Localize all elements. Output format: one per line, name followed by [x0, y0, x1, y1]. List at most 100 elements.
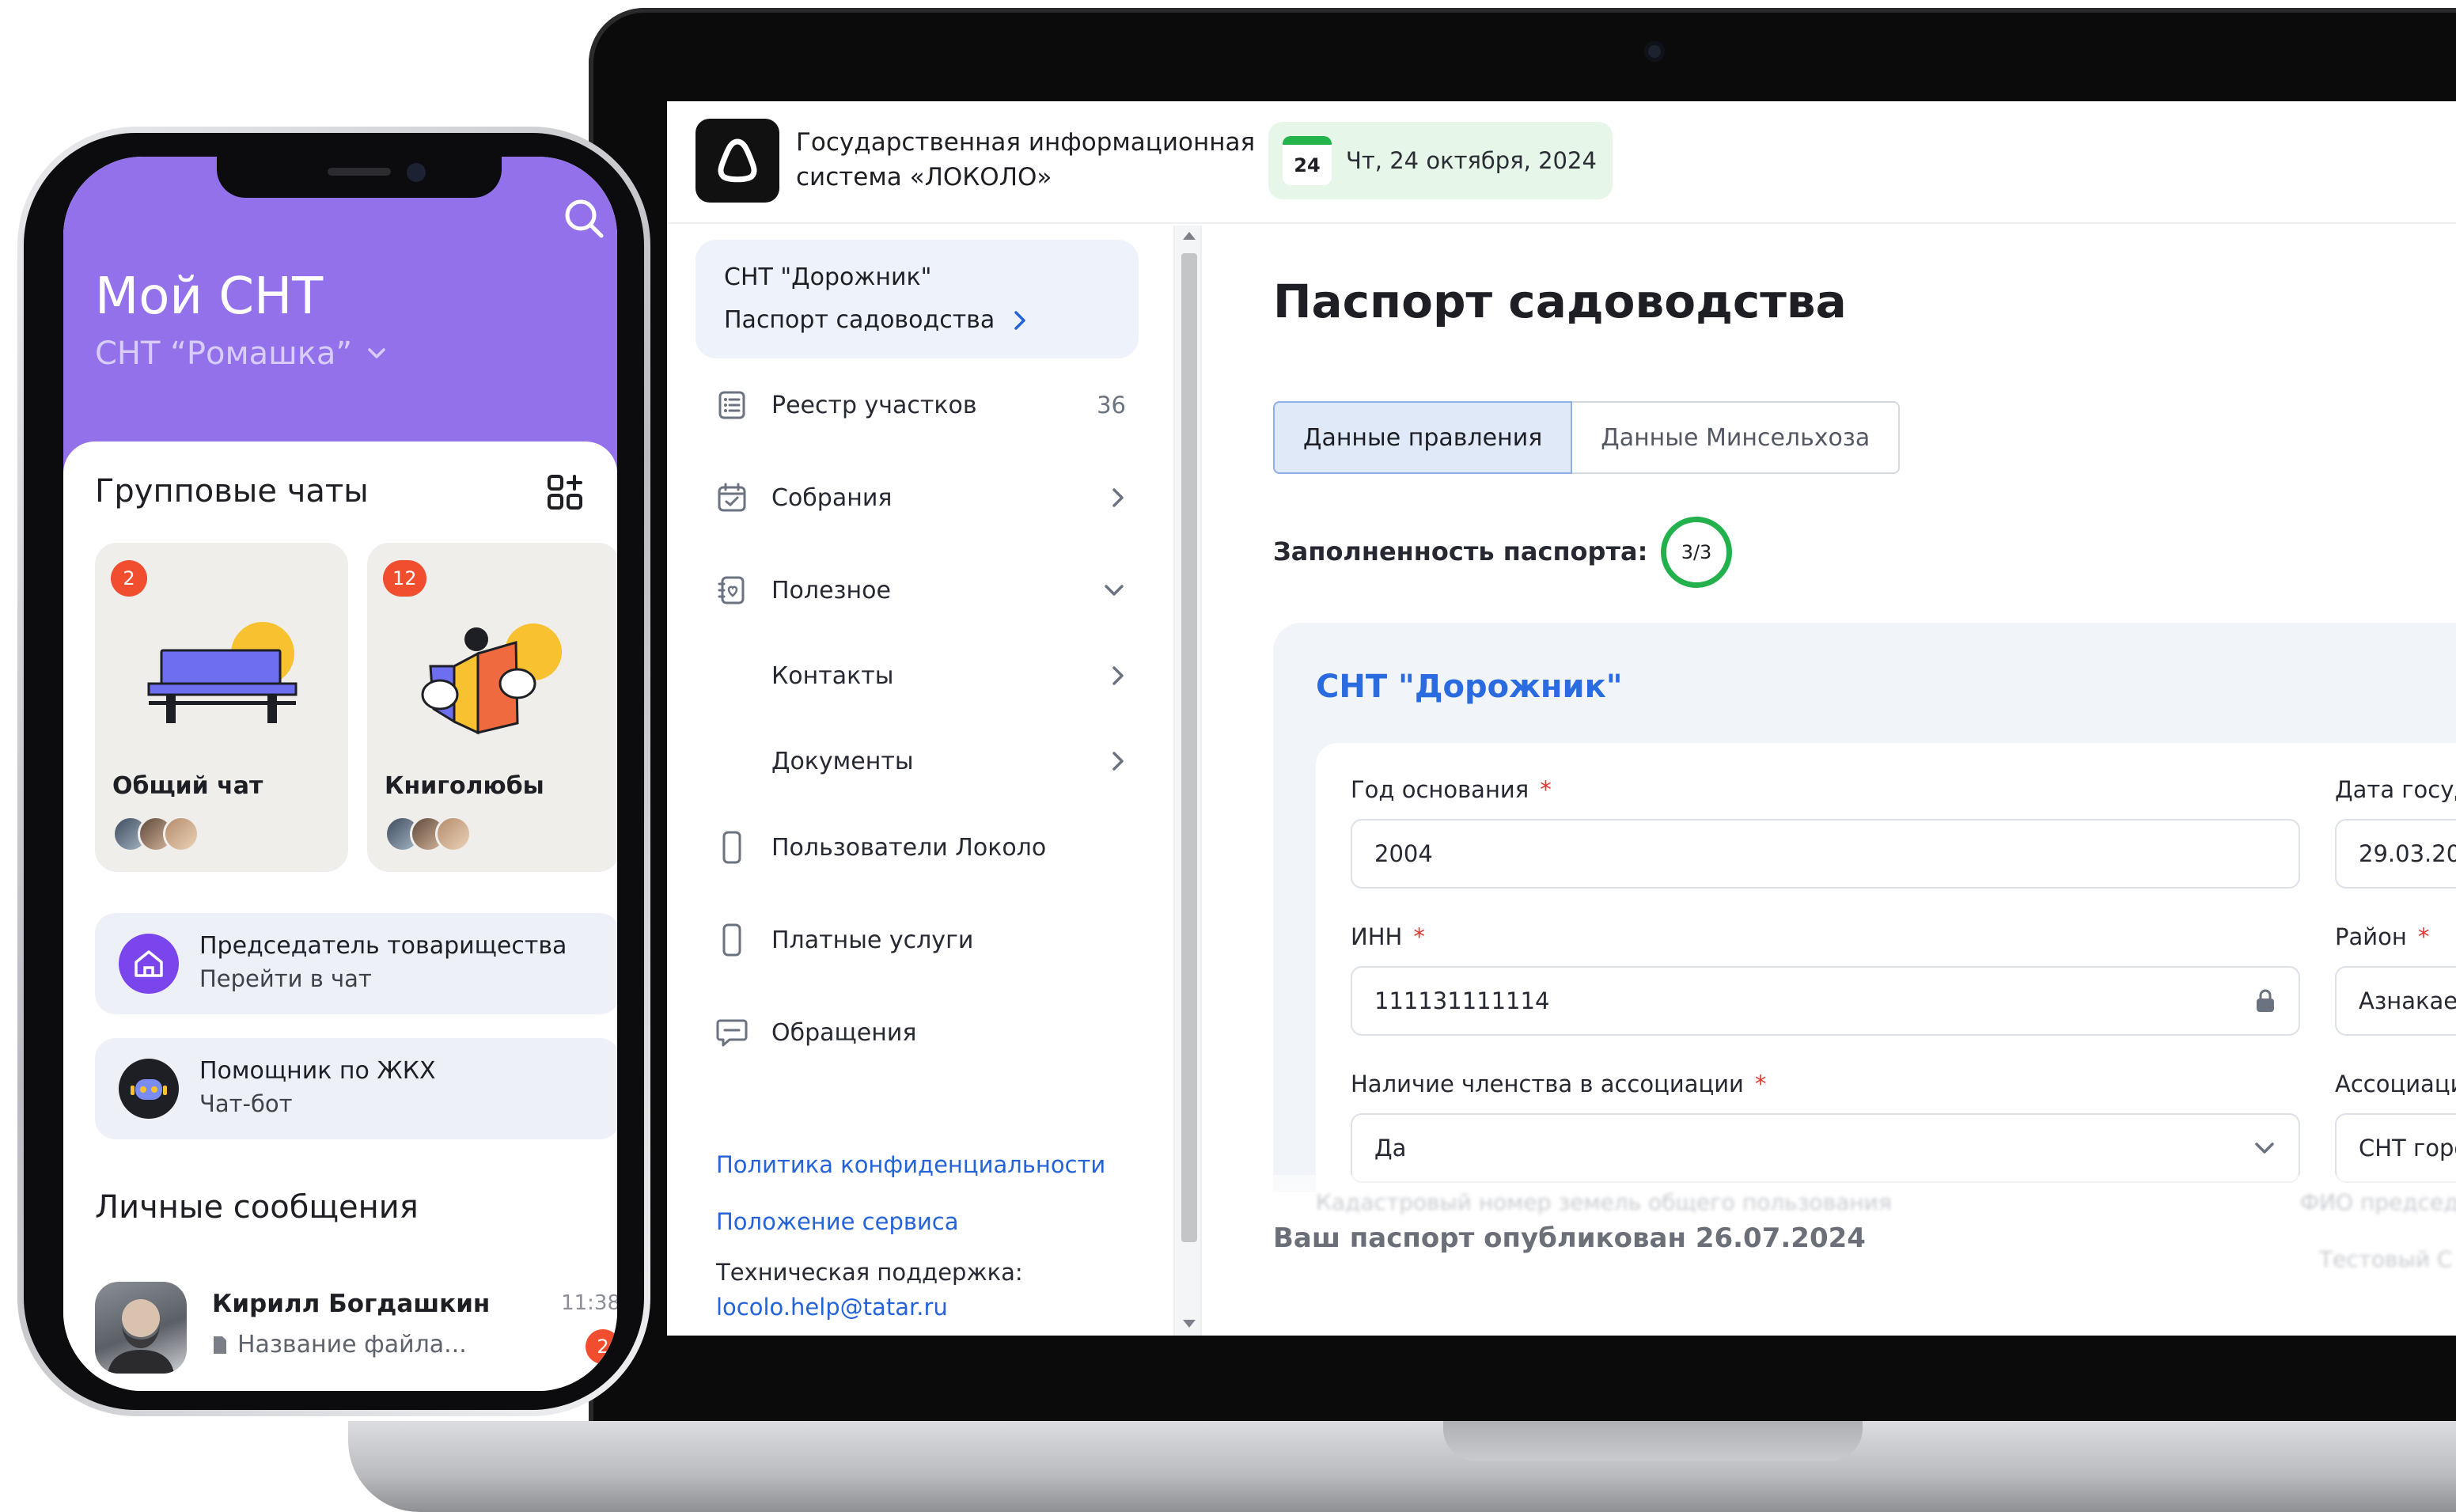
main-content: Паспорт садоводства Данные правления Дан… [1203, 225, 2456, 1336]
chevron-right-icon [1014, 310, 1025, 330]
support-email-link[interactable]: locolo.help@tatar.ru [716, 1294, 948, 1321]
bot-icon [119, 1059, 179, 1119]
file-icon [214, 1336, 226, 1354]
member-avatar [435, 816, 472, 852]
sidebar-item-label: Документы [771, 747, 914, 775]
sidebar-item-label: Платные услуги [771, 926, 974, 954]
faded-cadastral-label: Кадастровый номер земель общего пользова… [1316, 1189, 1892, 1215]
chevron-down-icon [2255, 1143, 2274, 1154]
sidebar-item-users[interactable]: Пользователи Локоло [714, 824, 1126, 871]
membership-label: Наличие членства в ассоциации * [1351, 1071, 1766, 1097]
personal-message-row[interactable]: Кирилл Богдашкин 11:38 Название файла...… [95, 1282, 617, 1385]
laptop-base [348, 1421, 2456, 1512]
phone-icon [714, 923, 749, 957]
phone-notch [217, 157, 502, 198]
sidebar-org-card[interactable]: СНТ "Дорожник" Паспорт садоводства [695, 240, 1139, 358]
district-label: Район * [2335, 923, 2429, 950]
chevron-right-icon [1112, 752, 1124, 771]
lokolo-logo[interactable] [695, 119, 779, 203]
membership-select[interactable]: Да [1351, 1113, 2300, 1183]
registry-count: 36 [1097, 392, 1126, 419]
sidebar-item-registry[interactable]: Реестр участков 36 [714, 381, 1126, 429]
year-value: 2004 [1374, 840, 1433, 867]
association-value: СНТ города [2359, 1135, 2456, 1161]
reg-date-input[interactable]: 29.03.2024 [2335, 819, 2456, 889]
search-icon[interactable] [562, 196, 606, 244]
sidebar-org-page[interactable]: Паспорт садоводства [724, 306, 1028, 334]
required-mark: * [1540, 776, 1552, 803]
year-input[interactable]: 2004 [1351, 819, 2300, 889]
sidebar-item-label: Обращения [771, 1018, 917, 1047]
membership-value: Да [1374, 1135, 1407, 1161]
tab-ministry-data[interactable]: Данные Минсельхоза [1572, 401, 1901, 474]
chevron-right-icon [1112, 488, 1124, 507]
year-label: Год основания * [1351, 776, 1552, 803]
system-name-line2: система «ЛОКОЛО» [796, 163, 1052, 191]
scroll-up-icon[interactable] [1183, 232, 1196, 240]
home-icon [119, 934, 179, 994]
member-avatars [112, 816, 199, 852]
chairman-title: Председатель товарищества [199, 932, 567, 960]
sidebar-item-meetings[interactable]: Собрания [714, 474, 1126, 521]
faded-chairman-label: ФИО председ [2300, 1189, 2456, 1215]
phone-frame: Мой СНТ СНТ “Ромашка” Групповые чаты 2 О… [17, 127, 650, 1416]
group-chat-general[interactable]: 2 Общий чат [95, 543, 348, 872]
sidebar-org-name: СНТ "Дорожник" [724, 263, 932, 291]
year-label-text: Год основания [1351, 776, 1529, 803]
helper-subtitle: Чат-бот [199, 1090, 293, 1117]
org-form-card: Год основания * 2004 Дата государ 29.03.2… [1316, 743, 2456, 1192]
message-preview-text: Название файла... [237, 1331, 467, 1359]
list-icon [714, 388, 749, 423]
inn-label: ИНН * [1351, 923, 1425, 950]
chairman-chat-card[interactable]: Председатель товарищества Перейти в чат [95, 913, 617, 1014]
calendar-icon [714, 480, 749, 515]
add-chat-grid-icon[interactable] [546, 473, 586, 516]
sidebar-scrollbar[interactable] [1173, 225, 1202, 1336]
inn-input[interactable]: 111131111114 [1351, 966, 2300, 1036]
required-mark: * [2417, 923, 2430, 950]
sidebar-item-requests[interactable]: Обращения [714, 1009, 1126, 1056]
sidebar-item-useful[interactable]: Полезное [714, 567, 1126, 614]
sidebar-item-contacts[interactable]: Контакты [771, 652, 1126, 699]
phone-app-title: Мой СНТ [95, 267, 324, 326]
sidebar-item-paid-services[interactable]: Платные услуги [714, 916, 1126, 964]
service-terms-link[interactable]: Положение сервиса [716, 1208, 959, 1235]
privacy-policy-link[interactable]: Политика конфиденциальности [716, 1151, 1105, 1178]
inn-value: 111131111114 [1374, 987, 1550, 1014]
membership-label-text: Наличие членства в ассоциации [1351, 1071, 1744, 1097]
chevron-right-icon [1112, 666, 1124, 685]
chairman-subtitle: Перейти в чат [199, 965, 372, 992]
association-input[interactable]: СНТ города [2335, 1113, 2456, 1183]
message-time: 11:38 [561, 1291, 617, 1315]
scrollbar-thumb[interactable] [1181, 253, 1197, 1242]
helper-bot-card[interactable]: Помощник по ЖКХ Чат-бот [95, 1038, 617, 1139]
chat-name: Общий чат [112, 772, 263, 800]
fill-progress-ring: 3/3 [1661, 517, 1732, 588]
fill-label: Заполненность паспорта: [1273, 536, 1648, 567]
required-mark: * [1754, 1071, 1767, 1097]
faded-chairman-value: Тестовый С [2319, 1246, 2453, 1272]
calendar-icon: 24 [1283, 136, 1332, 185]
org-form-panel: СНТ "Дорожник" Год основания * 2004 Дата … [1273, 623, 2456, 1192]
snt-selector[interactable]: СНТ “Ромашка” [95, 335, 387, 372]
phone-screen: Мой СНТ СНТ “Ромашка” Групповые чаты 2 О… [63, 157, 617, 1391]
avatar [95, 1282, 187, 1374]
sidebar-item-label: Полезное [771, 576, 891, 604]
district-label-text: Район [2335, 923, 2407, 950]
current-date: Чт, 24 октября, 2024 [1346, 147, 1597, 174]
scroll-down-icon[interactable] [1183, 1320, 1196, 1328]
message-icon [714, 1015, 749, 1050]
group-chat-book-lovers[interactable]: 12 Книголюбы [367, 543, 617, 872]
top-bar: Государственная информационная система «… [667, 101, 2456, 224]
sidebar-item-label: Пользователи Локоло [771, 833, 1047, 862]
sidebar-item-documents[interactable]: Документы [771, 737, 1126, 785]
laptop-camera [1644, 41, 1665, 62]
laptop-screen: Государственная информационная система «… [667, 101, 2456, 1336]
snt-selector-label: СНТ “Ромашка” [95, 335, 353, 372]
tab-board-data[interactable]: Данные правления [1273, 401, 1573, 474]
district-input[interactable]: Азнакаевск [2335, 966, 2456, 1036]
sidebar-org-page-label: Паспорт садоводства [724, 306, 995, 334]
personal-messages-title: Личные сообщения [95, 1189, 419, 1226]
org-title: СНТ "Дорожник" [1316, 669, 1623, 705]
laptop-notch [1443, 1421, 1863, 1461]
